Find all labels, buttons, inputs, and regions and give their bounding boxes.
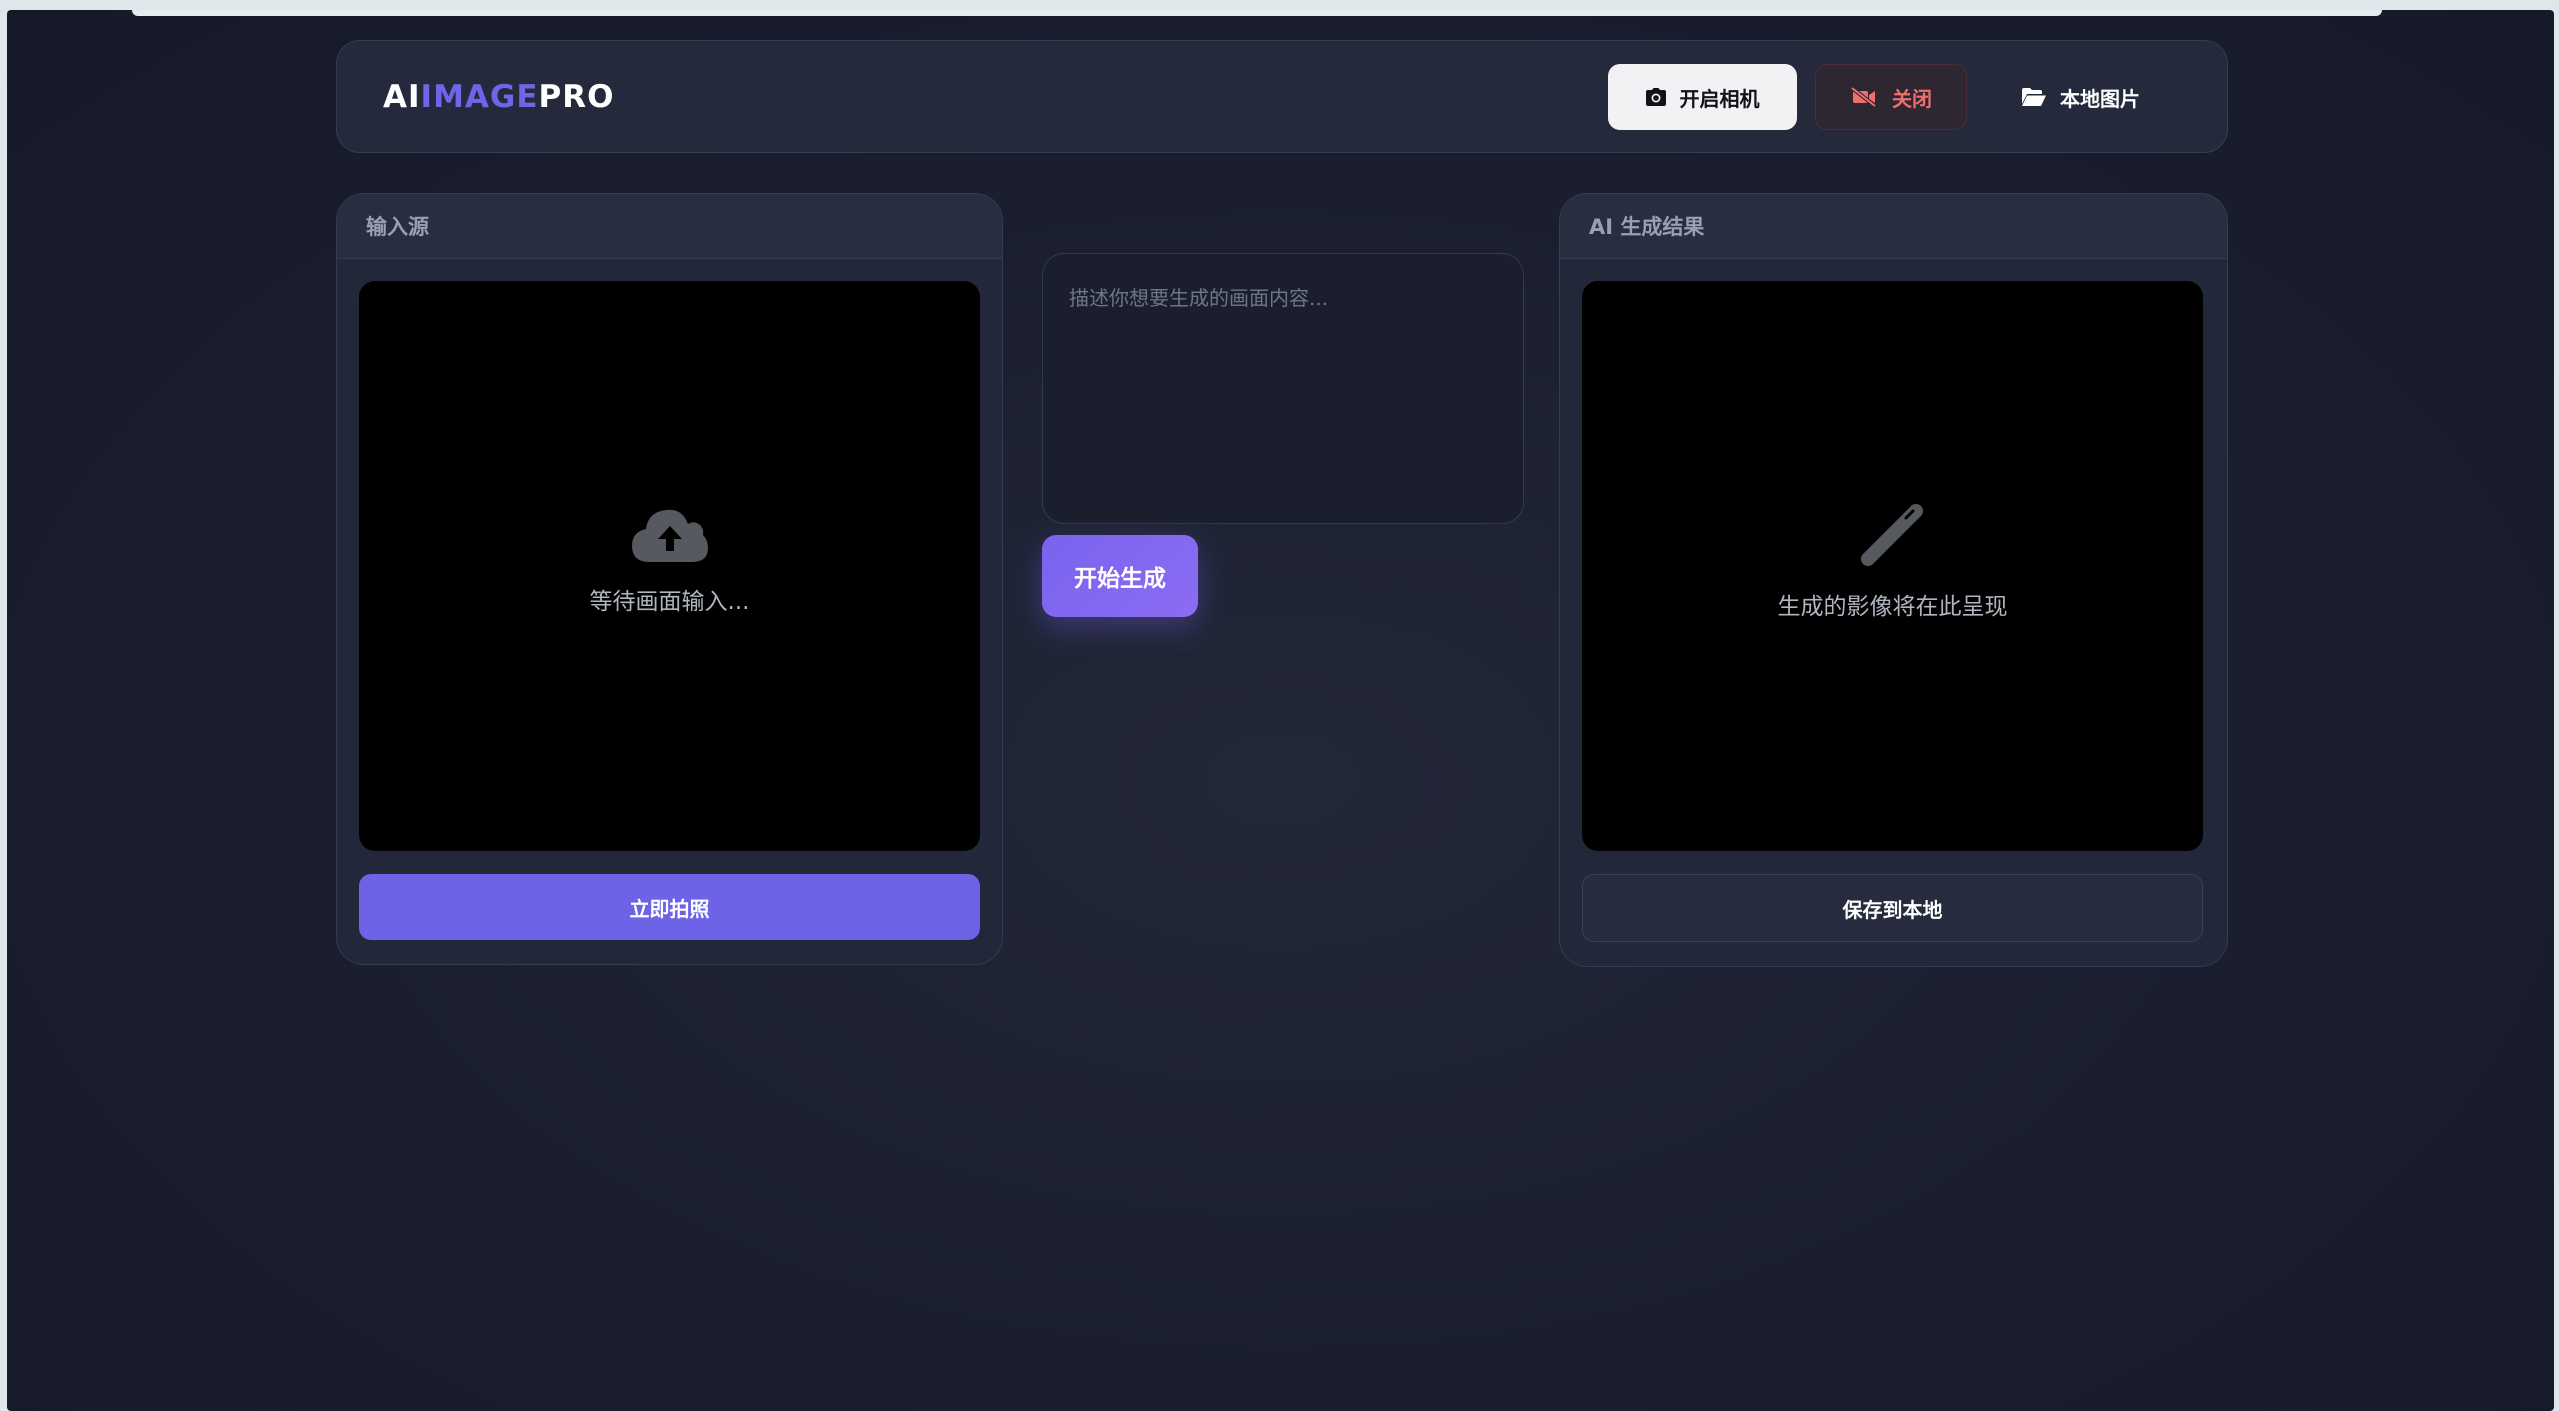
local-image-button[interactable]: 本地图片 xyxy=(1985,64,2177,130)
camera-icon xyxy=(1645,88,1666,106)
magic-wand-icon xyxy=(1858,501,1928,571)
browser-top-strip xyxy=(132,10,2382,16)
start-generate-button[interactable]: 开始生成 xyxy=(1042,535,1198,617)
video-slash-icon xyxy=(1850,87,1878,107)
app-header: AIIMAGEPRO 开启相机 关闭 本地图片 xyxy=(336,40,2228,153)
save-local-button[interactable]: 保存到本地 xyxy=(1582,874,2203,942)
open-camera-label: 开启相机 xyxy=(1679,86,1760,111)
result-panel: AI 生成结果 生成的影像将在此呈现 保存到本地 xyxy=(1559,193,2228,967)
close-camera-button[interactable]: 关闭 xyxy=(1815,64,1967,130)
result-preview: 生成的影像将在此呈现 xyxy=(1582,281,2203,851)
input-placeholder-text: 等待画面输入... xyxy=(589,589,750,615)
logo-part-ai: AI xyxy=(383,79,421,115)
result-panel-title: AI 生成结果 xyxy=(1560,194,2227,259)
app-window: AIIMAGEPRO 开启相机 关闭 本地图片 输入源 等待画面输入... 立即… xyxy=(7,10,2554,1411)
close-label: 关闭 xyxy=(1892,86,1932,111)
result-placeholder-text: 生成的影像将在此呈现 xyxy=(1777,594,2008,620)
folder-open-icon xyxy=(2022,88,2046,106)
logo-part-image: IMAGE xyxy=(420,79,539,115)
prompt-input[interactable] xyxy=(1042,253,1524,524)
app-logo: AIIMAGEPRO xyxy=(383,79,614,115)
open-camera-button[interactable]: 开启相机 xyxy=(1608,64,1797,130)
input-source-panel: 输入源 等待画面输入... 立即拍照 xyxy=(336,193,1003,965)
logo-part-pro: PRO xyxy=(538,79,615,115)
input-panel-title: 输入源 xyxy=(337,194,1002,259)
input-preview: 等待画面输入... xyxy=(359,281,980,851)
cloud-upload-icon xyxy=(631,506,708,566)
take-photo-button[interactable]: 立即拍照 xyxy=(359,874,980,940)
local-image-label: 本地图片 xyxy=(2060,86,2140,111)
